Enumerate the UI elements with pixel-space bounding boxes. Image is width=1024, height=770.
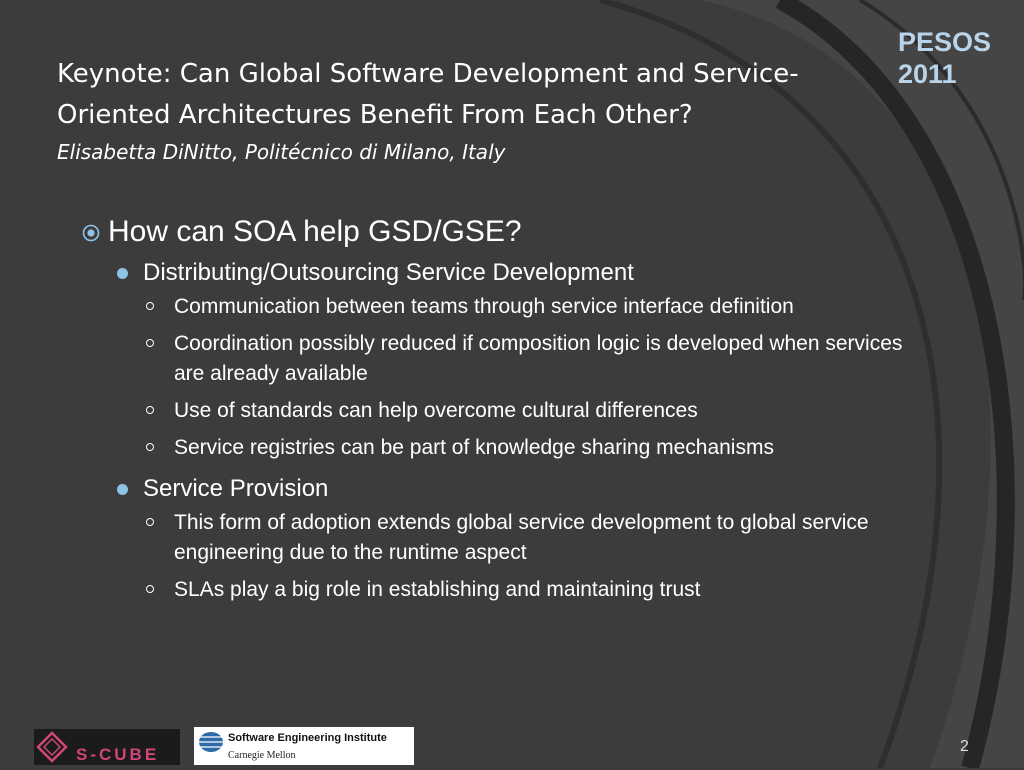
ring-bullet-icon [146, 518, 154, 526]
slide-title: Keynote: Can Global Software Development… [57, 59, 799, 130]
bullet-list: How can SOA help GSD/GSE? Distributing/O… [0, 210, 1000, 612]
sub-bullet-item: Distributing/Outsourcing Service Develop… [108, 254, 1000, 463]
detail-bullet-list: This form of adoption extends global ser… [143, 508, 1000, 605]
detail-bullet-list: Communication between teams through serv… [143, 292, 1000, 463]
detail-bullet-item: Use of standards can help overcome cultu… [143, 396, 1000, 426]
bullet-heading: How can SOA help GSD/GSE? [108, 215, 522, 248]
conference-year: 2011 [898, 59, 957, 89]
sei-logo-subtitle: Carnegie Mellon [228, 750, 296, 761]
sub-bullet-item: Service Provision This form of adoption … [108, 470, 1000, 605]
sub-bullet-list: Distributing/Outsourcing Service Develop… [108, 254, 1000, 605]
bullet-heading-item: How can SOA help GSD/GSE? Distributing/O… [0, 210, 1000, 605]
slide-subtitle: Elisabetta DiNitto, Politécnico di Milan… [57, 140, 506, 164]
dot-bullet-icon [117, 268, 128, 279]
ring-bullet-icon [146, 585, 154, 593]
sei-globe-icon [199, 732, 223, 752]
detail-bullet-item: Coordination possibly reduced if composi… [143, 329, 1000, 389]
conference-name: PESOS [898, 27, 992, 57]
sub-bullet-label: Service Provision [143, 475, 329, 502]
detail-bullet-item: SLAs play a big role in establishing and… [143, 575, 1000, 605]
detail-bullet-item: Communication between teams through serv… [143, 292, 1000, 322]
detail-bullet-text: Service registries can be part of knowle… [174, 436, 774, 459]
detail-bullet-text: Communication between teams through serv… [174, 295, 794, 318]
sei-logo-name: Software Engineering Institute [228, 732, 387, 744]
sei-logo: Software Engineering Institute Carnegie … [194, 727, 414, 765]
detail-bullet-text: Use of standards can help overcome cultu… [174, 399, 698, 422]
conference-label: PESOS 2011 [898, 26, 991, 90]
ring-bullet-icon [146, 406, 154, 414]
detail-bullet-text: SLAs play a big role in establishing and… [174, 578, 701, 601]
s-cube-logo-mark: S-CUBE [34, 729, 180, 765]
s-cube-logo-text: S-CUBE [76, 745, 159, 764]
detail-bullet-item: This form of adoption extends global ser… [143, 508, 1000, 568]
detail-bullet-text: Coordination possibly reduced if composi… [174, 332, 903, 385]
circle-target-bullet-icon [82, 224, 100, 242]
ring-bullet-icon [146, 443, 154, 451]
page-number: 2 [960, 738, 969, 755]
detail-bullet-text: This form of adoption extends global ser… [174, 511, 869, 564]
ring-bullet-icon [146, 302, 154, 310]
detail-bullet-item: Service registries can be part of knowle… [143, 433, 1000, 463]
ring-bullet-icon [146, 339, 154, 347]
dot-bullet-icon [117, 484, 128, 495]
s-cube-logo: S-CUBE [34, 729, 180, 765]
sub-bullet-label: Distributing/Outsourcing Service Develop… [143, 259, 634, 286]
